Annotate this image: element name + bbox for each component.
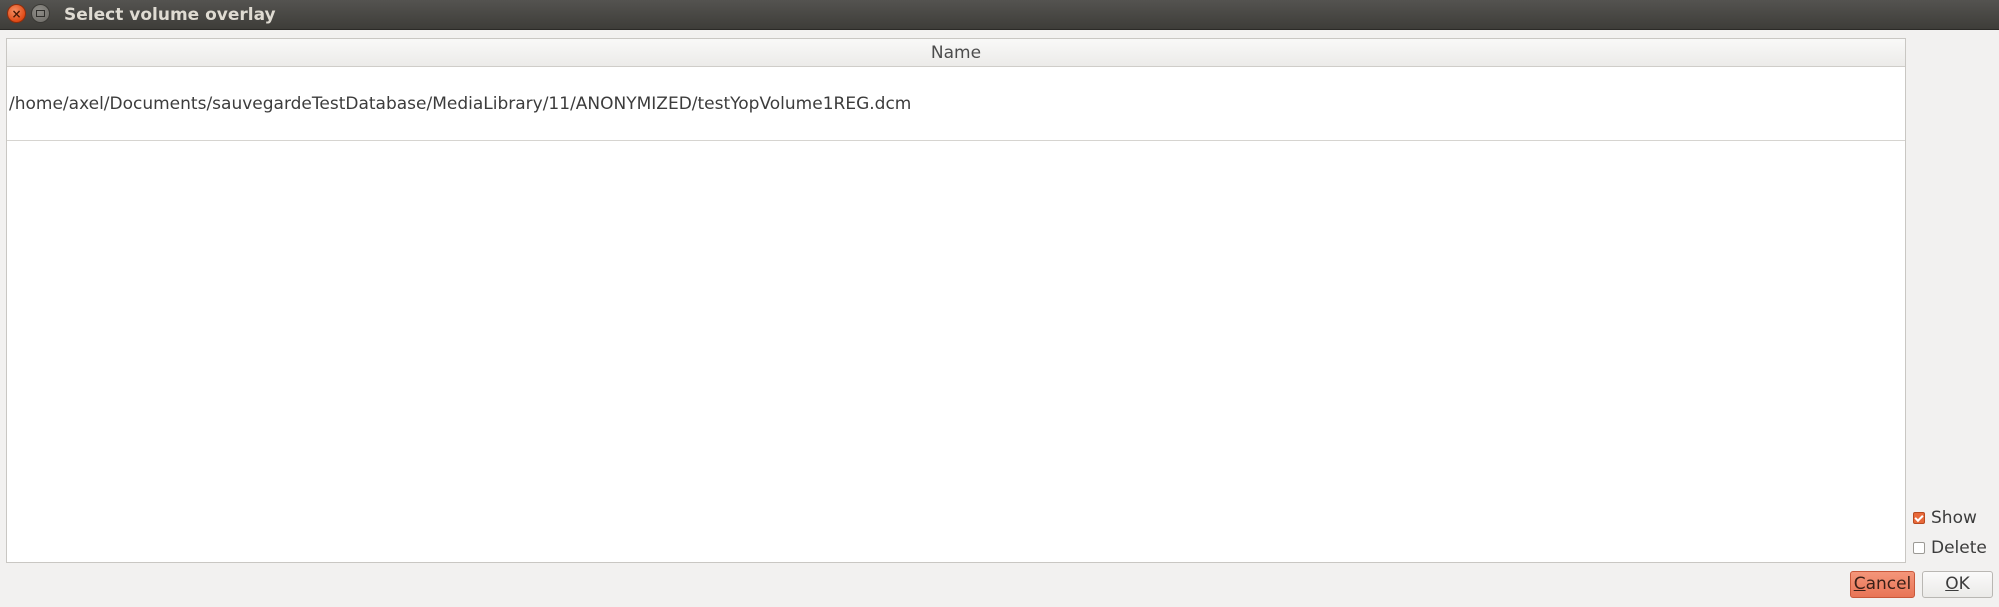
column-header-name[interactable]: Name <box>7 39 1905 67</box>
delete-checkbox[interactable]: Delete <box>1913 538 1987 558</box>
show-label: Show <box>1931 508 1977 528</box>
maximize-icon[interactable] <box>31 4 50 23</box>
checkbox-unchecked-icon[interactable] <box>1913 542 1925 554</box>
ok-label: K <box>1958 574 1970 594</box>
delete-label: Delete <box>1931 538 1987 558</box>
window-title: Select volume overlay <box>64 5 276 25</box>
cancel-label: ancel <box>1865 574 1912 594</box>
volume-list[interactable]: Name /home/axel/Documents/sauvegardeTest… <box>6 38 1906 563</box>
list-item[interactable]: /home/axel/Documents/sauvegardeTestDatab… <box>7 67 1905 141</box>
checkbox-checked-icon[interactable] <box>1913 512 1925 524</box>
ok-mnemonic: O <box>1945 574 1959 594</box>
cancel-mnemonic: C <box>1853 574 1866 594</box>
ok-button[interactable]: OK <box>1922 571 1993 598</box>
show-checkbox[interactable]: Show <box>1913 508 1977 528</box>
cancel-button[interactable]: Cancel <box>1850 571 1915 598</box>
title-bar: × Select volume overlay <box>0 0 1999 30</box>
close-icon[interactable]: × <box>7 4 26 23</box>
